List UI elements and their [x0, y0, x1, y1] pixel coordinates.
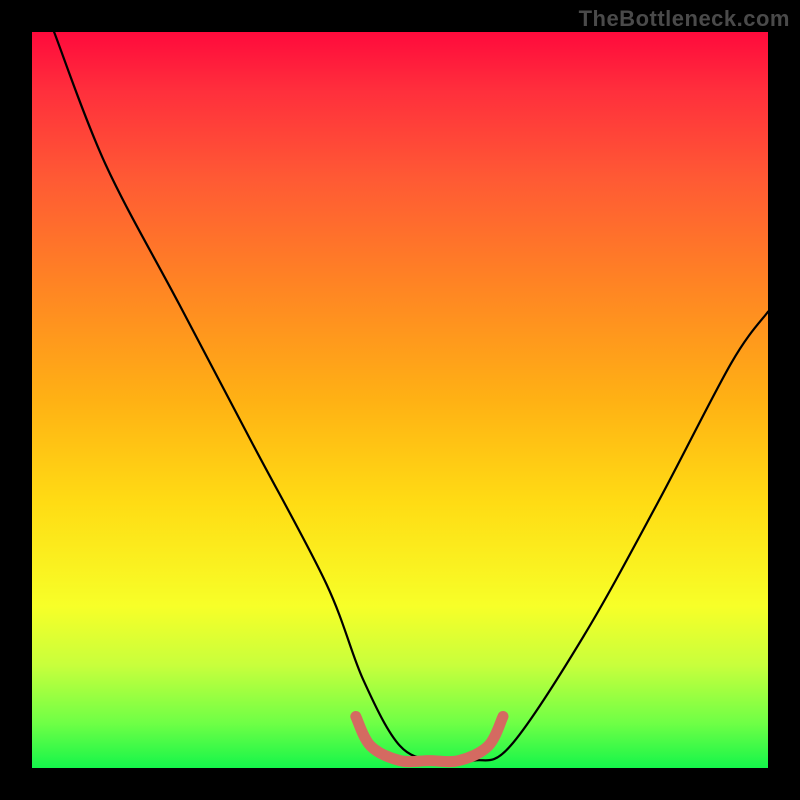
- plot-area: [32, 32, 768, 768]
- bottleneck-curve: [54, 32, 768, 762]
- curve-layer: [32, 32, 768, 768]
- trough-marker: [356, 717, 503, 762]
- watermark-text: TheBottleneck.com: [579, 6, 790, 32]
- chart-frame: TheBottleneck.com: [0, 0, 800, 800]
